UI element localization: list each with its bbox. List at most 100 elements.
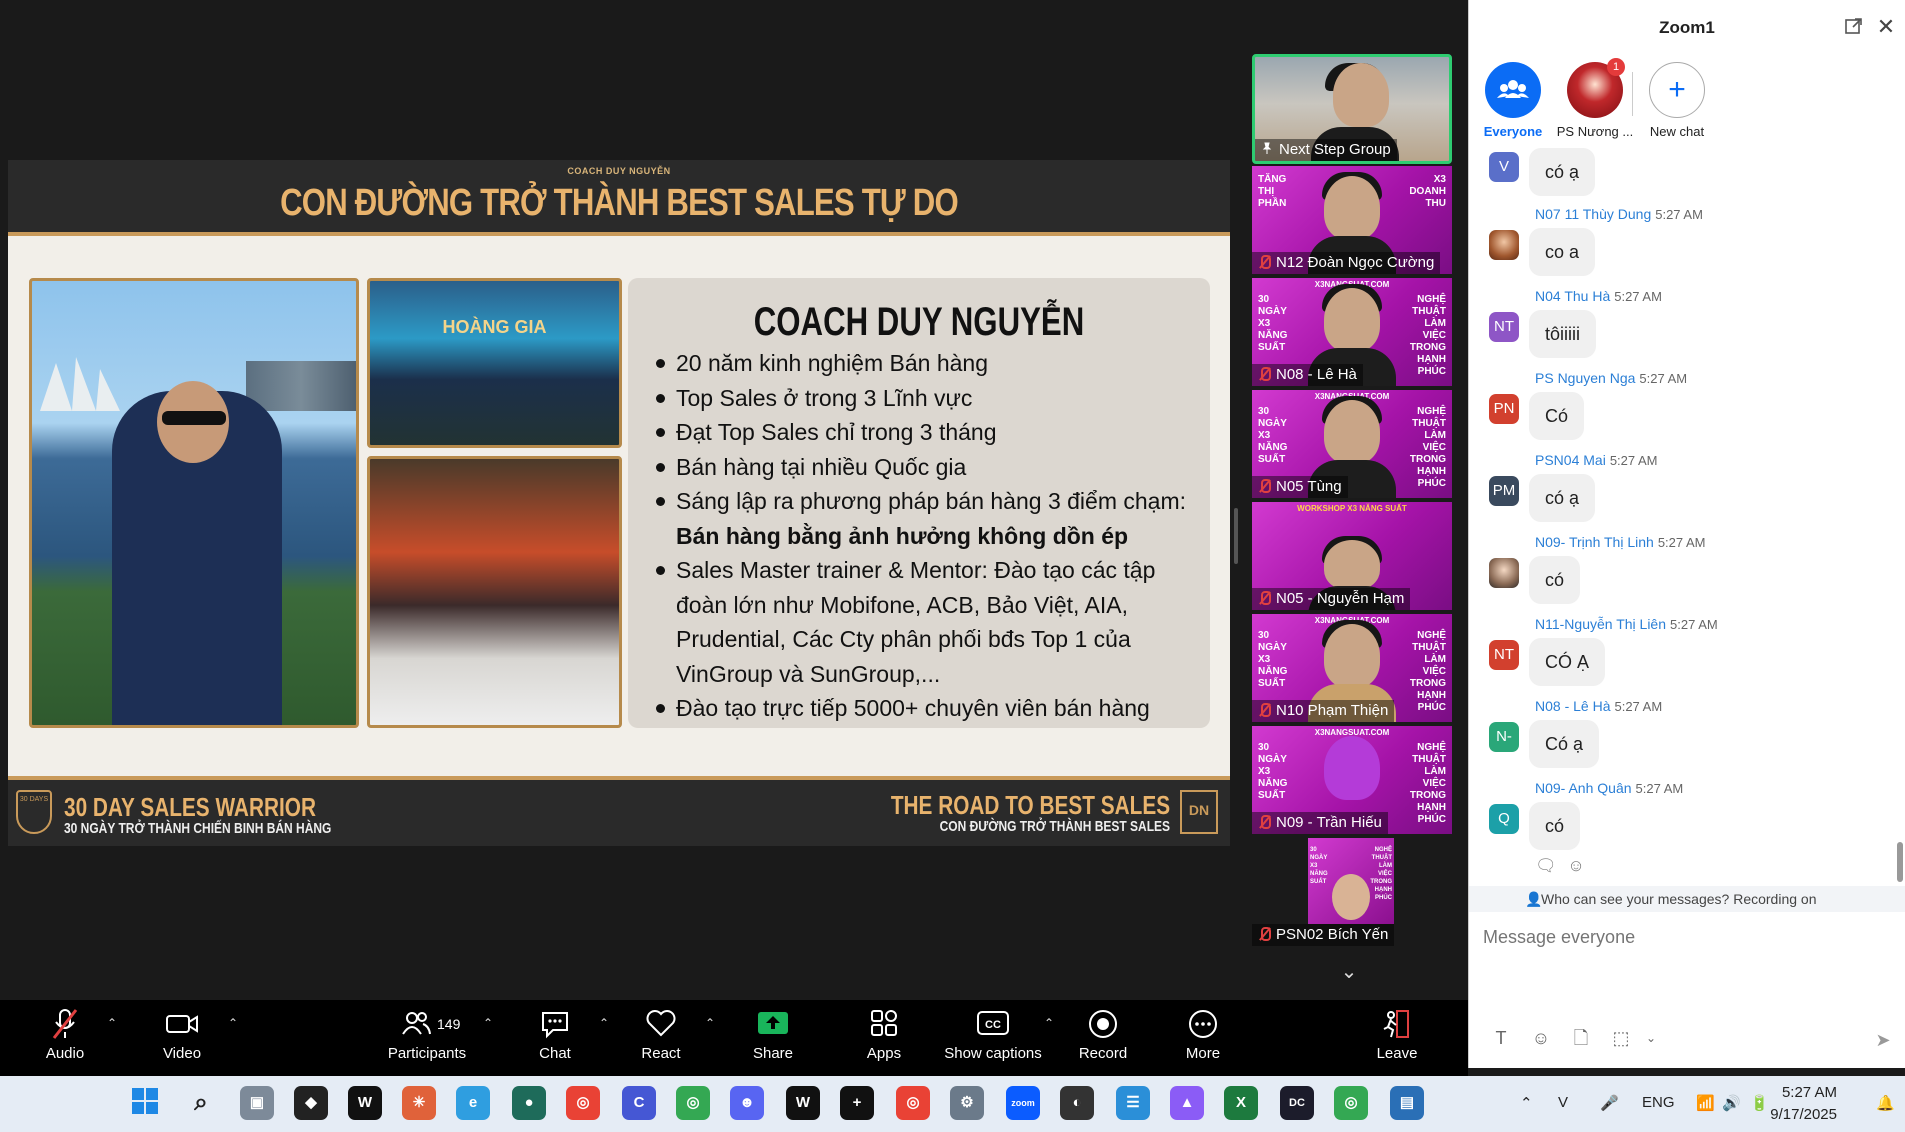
chat-message: Q N09- Anh Quân 5:27 AM có [1469,780,1889,860]
file-icon[interactable]: 🗋 [1569,1026,1593,1050]
video-tile[interactable]: X3NANGSUAT.COM 30 NGÀY X3 NĂNG SUẤTNGHỆ … [1252,614,1452,722]
apps-button[interactable]: Apps [834,1008,934,1072]
message-bubble: tôiiiii [1529,310,1597,358]
emoji-reaction-icon[interactable]: ☺ [1567,856,1584,875]
people-icon: 👤 [1525,891,1543,907]
mic-muted-icon [1258,591,1271,605]
shield-logo: 30 DAYS [16,790,52,834]
audio-button[interactable]: Audio ⌃ [15,1008,117,1072]
chat-message: NT N04 Thu Hà 5:27 AM tôiiiii [1469,288,1889,368]
capcut-icon[interactable]: + [840,1086,874,1120]
video-button[interactable]: Video ⌃ [132,1008,238,1072]
language-indicator[interactable]: ENG [1642,1094,1675,1111]
event-hall-photo [367,456,622,728]
footer-right-brand: THE ROAD TO BEST SALES CON ĐƯỜNG TRỞ THÀ… [891,788,1218,838]
more-button[interactable]: More [1153,1008,1253,1072]
app-icon[interactable]: ◐ [1060,1086,1094,1120]
vpn-icon[interactable]: V [1558,1094,1568,1111]
discord-icon[interactable]: ☻ [730,1086,764,1120]
gold-divider [8,232,1230,236]
chevron-up-icon[interactable]: ⌃ [1520,1094,1533,1112]
leave-button[interactable]: Leave [1347,1008,1447,1072]
app-icon[interactable]: ▲ [1170,1086,1204,1120]
task-view-icon[interactable]: ▣ [240,1086,274,1120]
chevron-up-icon[interactable]: ⌃ [705,1016,715,1030]
emoji-icon[interactable]: ☺ [1529,1026,1553,1050]
chevron-up-icon[interactable]: ⌃ [599,1016,609,1030]
recipient-ps[interactable]: 1 PS Nương ... [1555,58,1635,139]
app-icon[interactable]: C [622,1086,656,1120]
chat-button[interactable]: Chat ⌃ [505,1008,609,1072]
message-bubble: có ạ [1529,148,1596,196]
slide-header: COACH DUY NGUYỄN CON ĐƯỜNG TRỞ THÀNH BES… [8,160,1230,232]
video-tile[interactable]: X3NANGSUAT.COM 30 NGÀY X3 NĂNG SUẤTNGHỆ … [1252,390,1452,498]
chrome-icon[interactable]: ◎ [1334,1086,1368,1120]
captions-button[interactable]: CC Show captions ⌃ [938,1008,1054,1072]
screenshot-icon[interactable]: ⬚ [1609,1026,1633,1050]
video-tile[interactable]: X3NANGSUAT.COM 30 NGÀY X3 NĂNG SUẤTNGHỆ … [1252,726,1452,834]
chat-header: Zoom1 ✕ [1469,0,1905,56]
message-meta: N04 Thu Hà 5:27 AM [1535,288,1662,304]
app-icon[interactable]: DC [1280,1086,1314,1120]
notes-icon[interactable]: ☰ [1116,1086,1150,1120]
chevron-up-icon[interactable]: ⌃ [228,1016,238,1030]
windows-start-icon[interactable] [128,1086,162,1120]
chrome-icon[interactable]: ◎ [896,1086,930,1120]
visibility-notice[interactable]: 👤 Who can see your messages? Recording o… [1469,886,1905,912]
popout-icon[interactable] [1843,16,1865,38]
recipient-everyone[interactable]: Everyone [1473,62,1553,139]
app-icon[interactable]: W [348,1086,382,1120]
wifi-icon[interactable]: 📶 [1696,1094,1715,1112]
video-tile[interactable]: TĂNG THỊ PHẦN X3 DOANH THU N12 Đoàn Ngọc … [1252,166,1452,274]
chevron-up-icon[interactable]: ⌃ [107,1016,117,1030]
chrome-icon[interactable]: ◎ [566,1086,600,1120]
app-icon[interactable]: ▤ [1390,1086,1424,1120]
battery-icon[interactable]: 🔋 [1750,1094,1769,1112]
tile-name: Next Step Group [1255,139,1397,161]
video-tile[interactable]: WORKSHOP X3 NĂNG SUẤT N05 - Nguyễn Hạm [1252,502,1452,610]
chevron-down-icon[interactable]: ⌄ [1304,952,1394,992]
windows-taskbar: ⌕ ▣ ◆ W ✳ e ● ◎ C ◎ ☻ W + ◎ ⚙ zoom ◐ ☰ ▲… [0,1076,1905,1132]
participants-button[interactable]: 149 Participants ⌃ [367,1008,493,1072]
clock-date[interactable]: 9/17/2025 [1770,1106,1837,1123]
clock-time[interactable]: 5:27 AM [1782,1084,1837,1101]
app-icon[interactable]: ◆ [294,1086,328,1120]
app-icon[interactable]: W [786,1086,820,1120]
zoom-icon[interactable]: zoom [1006,1086,1040,1120]
settings-icon[interactable]: ⚙ [950,1086,984,1120]
search-icon[interactable]: ⌕ [184,1086,218,1120]
notification-icon[interactable]: 🔔 [1876,1094,1895,1112]
chat-scrollbar[interactable] [1897,842,1903,882]
avatar [1489,558,1519,588]
excel-icon[interactable]: X [1224,1086,1258,1120]
react-button[interactable]: React ⌃ [611,1008,715,1072]
apps-icon [834,1008,934,1044]
share-button[interactable]: Share [723,1008,823,1072]
divider [1632,72,1633,116]
mic-icon[interactable]: 🎤 [1600,1094,1619,1112]
chevron-up-icon[interactable]: ⌃ [483,1016,493,1030]
video-tile[interactable]: X3NANGSUAT.COM 30 NGÀY X3 NĂNG SUẤTNGHỆ … [1252,278,1452,386]
message-input[interactable] [1483,922,1883,952]
avatar: N- [1489,722,1519,752]
coach-info-item: 20 năm kinh nghiệm Bán hàng [654,346,1199,381]
send-icon[interactable]: ➤ [1869,1026,1897,1054]
record-button[interactable]: Record [1053,1008,1153,1072]
chrome-icon[interactable]: ◎ [676,1086,710,1120]
new-chat-button[interactable]: + New chat [1637,62,1717,139]
browser-dev-icon[interactable]: e [456,1086,490,1120]
tile-name: N12 Đoàn Ngọc Cường [1252,252,1441,274]
app-icon[interactable]: ● [512,1086,546,1120]
video-tile[interactable]: Next Step Group [1252,54,1452,164]
footer-right-subtitle: CON ĐƯỜNG TRỞ THÀNH BEST SALES [939,818,1170,835]
message-meta: N07 11 Thùy Dung 5:27 AM [1535,206,1703,222]
text-format-icon[interactable]: T [1489,1026,1513,1050]
close-icon[interactable]: ✕ [1875,16,1897,38]
chevron-down-icon[interactable]: ⌄ [1639,1026,1663,1050]
video-tile[interactable]: 30 NGÀY X3 NĂNG SUẤT NGHỆ THUẬT LÀM VIỆC… [1252,838,1452,946]
app-icon[interactable]: ✳ [402,1086,436,1120]
reply-icon[interactable]: 🗨 [1535,856,1557,875]
panel-splitter[interactable] [1234,508,1238,564]
volume-icon[interactable]: 🔊 [1722,1094,1741,1112]
message-meta: PSN04 Mai 5:27 AM [1535,452,1658,468]
